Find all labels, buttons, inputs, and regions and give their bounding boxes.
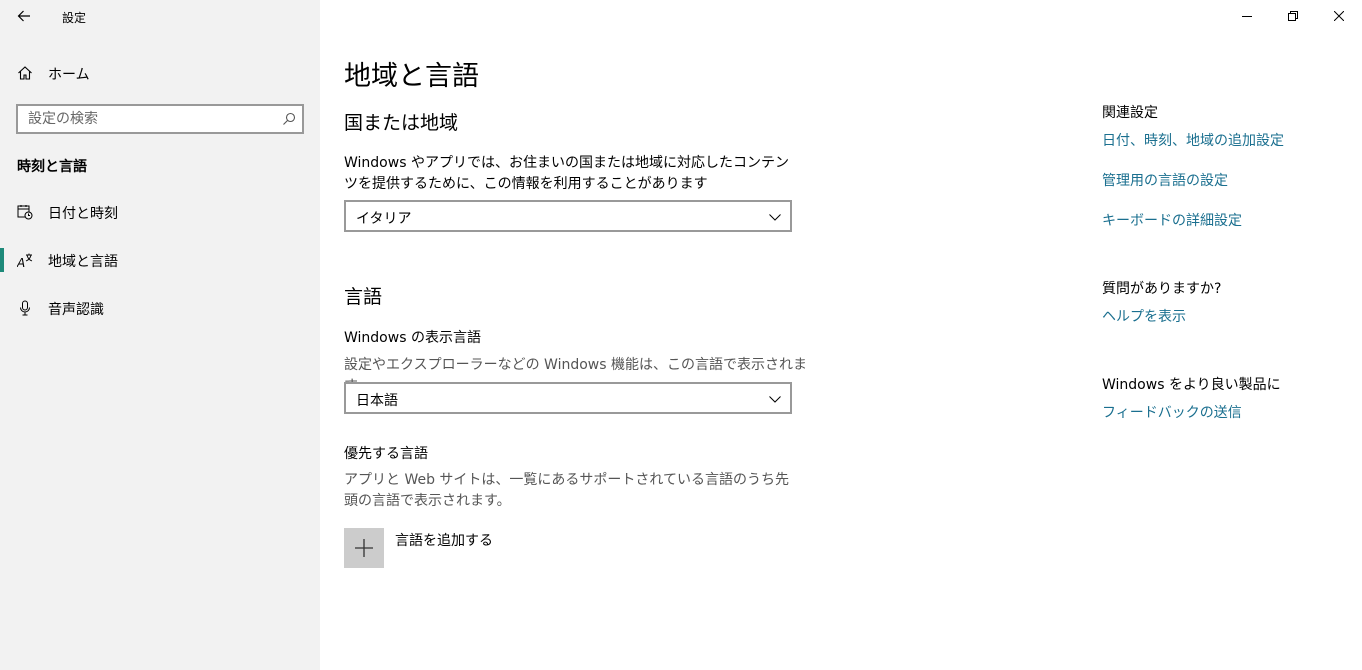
- minimize-icon: [1242, 16, 1252, 17]
- add-language-button[interactable]: 言語を追加する: [344, 528, 644, 568]
- sidebar-item-label: 地域と言語: [48, 254, 118, 270]
- sidebar-item-region-language[interactable]: A 地域と言語: [0, 240, 320, 280]
- language-icon: A: [17, 253, 33, 268]
- plus-icon: [355, 539, 373, 557]
- sidebar-item-label: 音声認識: [48, 302, 104, 318]
- arrow-left-icon: [17, 10, 30, 22]
- link-give-feedback[interactable]: フィードバックの送信: [1102, 402, 1242, 422]
- sidebar-item-speech[interactable]: 音声認識: [0, 288, 320, 328]
- home-icon: [18, 66, 32, 80]
- app-title: 設定: [62, 11, 87, 25]
- feedback-heading: Windows をより良い製品に: [1102, 377, 1281, 393]
- add-language-plus-box: [344, 528, 384, 568]
- sidebar-item-label: ホーム: [48, 67, 90, 83]
- selected-indicator: [0, 248, 4, 272]
- title-bar: 設定: [0, 0, 320, 32]
- microphone-icon: [20, 300, 30, 316]
- link-additional-date-time-region[interactable]: 日付、時刻、地域の追加設定: [1102, 130, 1284, 150]
- search-icon[interactable]: [282, 112, 296, 126]
- restore-button[interactable]: [1270, 0, 1316, 32]
- close-button[interactable]: [1316, 0, 1362, 32]
- chevron-down-icon: [769, 396, 781, 403]
- region-dropdown-value: イタリア: [356, 211, 412, 227]
- search-box[interactable]: [16, 104, 304, 134]
- region-section-title: 国または地域: [344, 112, 459, 134]
- link-get-help[interactable]: ヘルプを表示: [1102, 306, 1186, 326]
- close-icon: [1334, 11, 1344, 21]
- display-language-label: Windows の表示言語: [344, 330, 481, 346]
- add-language-label: 言語を追加する: [395, 533, 493, 549]
- restore-icon: [1288, 11, 1298, 21]
- link-administrative-language[interactable]: 管理用の言語の設定: [1102, 170, 1228, 190]
- display-language-value: 日本語: [356, 393, 398, 409]
- region-description: Windows やアプリでは、お住まいの国または地域に対応したコンテンツを提供す…: [344, 155, 789, 192]
- category-heading: 時刻と言語: [17, 159, 87, 175]
- page-title: 地域と言語: [344, 61, 479, 92]
- region-dropdown[interactable]: イタリア: [344, 200, 792, 232]
- calendar-clock-icon: [17, 205, 33, 220]
- sidebar-item-label: 日付と時刻: [48, 206, 118, 222]
- svg-text:A: A: [17, 256, 25, 268]
- language-section-title: 言語: [344, 286, 383, 308]
- preferred-language-description: アプリと Web サイトは、一覧にあるサポートされている言語のうち先頭の言語で表…: [344, 472, 790, 509]
- display-language-dropdown[interactable]: 日本語: [344, 382, 792, 414]
- settings-window: 設定 ホーム 時刻と言語 日付と時刻: [0, 0, 1362, 670]
- chevron-down-icon: [769, 214, 781, 221]
- related-settings-heading: 関連設定: [1102, 105, 1158, 121]
- search-input[interactable]: [18, 106, 278, 132]
- caption-buttons: [1224, 0, 1362, 32]
- preferred-language-label: 優先する言語: [344, 446, 428, 462]
- back-button[interactable]: [12, 4, 36, 28]
- sidebar-item-date-time[interactable]: 日付と時刻: [0, 192, 320, 232]
- sidebar: 設定 ホーム 時刻と言語 日付と時刻: [0, 0, 320, 670]
- sidebar-item-home[interactable]: ホーム: [0, 58, 320, 88]
- link-advanced-keyboard[interactable]: キーボードの詳細設定: [1102, 210, 1242, 230]
- minimize-button[interactable]: [1224, 0, 1270, 32]
- help-heading: 質問がありますか?: [1102, 281, 1222, 297]
- main-content: 地域と言語 国または地域 Windows やアプリでは、お住まいの国または地域に…: [320, 0, 1362, 670]
